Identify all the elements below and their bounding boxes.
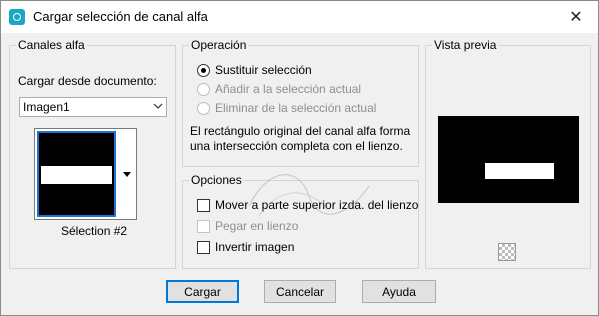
- help-button[interactable]: Ayuda: [362, 280, 436, 303]
- checkbox-move-top-left-box[interactable]: [197, 198, 210, 212]
- document-select-value: Imagen1: [23, 100, 70, 114]
- operation-description: El rectángulo original del canal alfa fo…: [190, 124, 411, 153]
- checkbox-paste-canvas-box[interactable]: [197, 219, 210, 233]
- radio-add-label: Añadir a la selección actual: [215, 82, 362, 96]
- preview-group: Vista previa: [425, 38, 591, 269]
- preview-canvas: [438, 116, 579, 203]
- radio-replace-label: Sustituir selección: [215, 63, 312, 77]
- app-icon: [9, 9, 25, 25]
- preview-legend: Vista previa: [432, 38, 499, 52]
- options-group: Opciones Mover a parte superior izda. de…: [182, 173, 419, 269]
- operation-group: Operación Sustituir selección Añadir a l…: [182, 38, 419, 167]
- thumbnail-dropdown-arrow-icon[interactable]: [119, 131, 135, 217]
- close-button[interactable]: ✕: [554, 1, 598, 32]
- preview-selection-band: [485, 163, 554, 179]
- options-legend: Opciones: [189, 173, 244, 187]
- radio-add-selection[interactable]: Añadir a la selección actual: [197, 82, 361, 96]
- dialog-window: Cargar selección de canal alfa ✕ Canales…: [0, 0, 599, 316]
- document-select[interactable]: Imagen1: [19, 97, 167, 117]
- checkbox-move-top-left[interactable]: Mover a parte superior izda. del lienzo: [197, 198, 418, 212]
- radio-remove-indicator[interactable]: [197, 101, 210, 115]
- chevron-down-icon: [153, 103, 163, 109]
- radio-remove-selection[interactable]: Eliminar de la selección actual: [197, 101, 376, 115]
- alpha-channels-group: Canales alfa Cargar desde documento: Ima…: [9, 38, 176, 269]
- checkbox-invert-image[interactable]: Invertir imagen: [197, 240, 294, 254]
- alpha-channels-legend: Canales alfa: [16, 38, 87, 52]
- radio-add-indicator[interactable]: [197, 82, 210, 96]
- checkerboard-icon[interactable]: [498, 243, 516, 261]
- checkbox-paste-canvas[interactable]: Pegar en lienzo: [197, 219, 298, 233]
- thumbnail-selection-band: [41, 166, 112, 184]
- radio-remove-label: Eliminar de la selección actual: [215, 101, 377, 115]
- operation-legend: Operación: [189, 38, 249, 52]
- checkbox-move-top-left-label: Mover a parte superior izda. del lienzo: [215, 198, 419, 212]
- checkbox-invert-image-label: Invertir imagen: [215, 240, 295, 254]
- checkbox-invert-image-box[interactable]: [197, 240, 210, 254]
- checkbox-paste-canvas-label: Pegar en lienzo: [215, 219, 299, 233]
- radio-replace-selection[interactable]: Sustituir selección: [197, 63, 312, 77]
- title-bar[interactable]: Cargar selección de canal alfa ✕: [1, 1, 598, 33]
- window-title: Cargar selección de canal alfa: [33, 9, 208, 24]
- cancel-button[interactable]: Cancelar: [264, 280, 336, 303]
- load-from-document-label: Cargar desde documento:: [18, 74, 157, 88]
- channel-thumbnail[interactable]: [37, 131, 116, 217]
- channel-thumbnail-picker[interactable]: [34, 128, 137, 220]
- thumbnail-caption: Sélection #2: [61, 224, 128, 238]
- radio-replace-indicator[interactable]: [197, 63, 210, 77]
- load-button[interactable]: Cargar: [166, 280, 239, 303]
